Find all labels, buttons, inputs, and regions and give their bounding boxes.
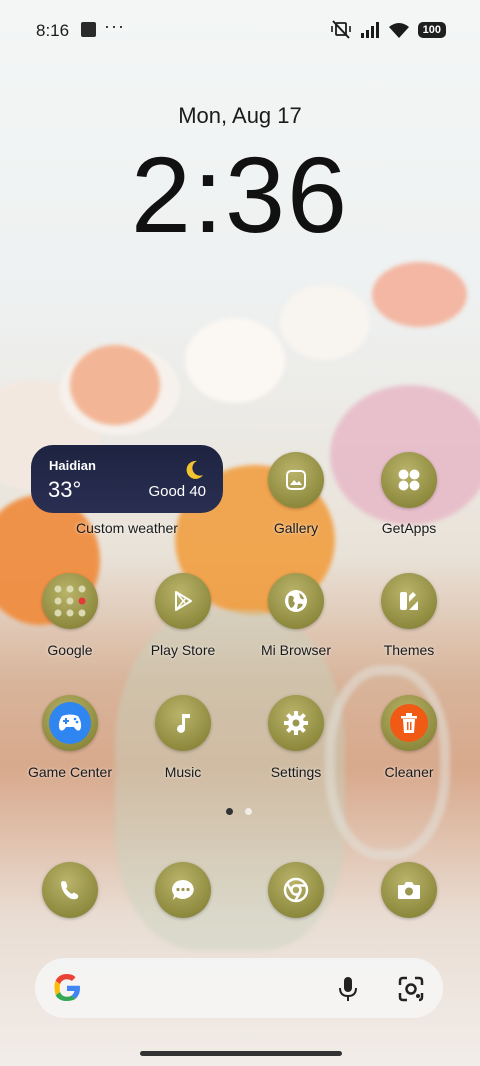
cleaner-label: Cleaner (384, 764, 434, 780)
phone-icon (61, 881, 79, 900)
gesture-handle[interactable] (140, 1051, 342, 1056)
settings-app-icon[interactable] (268, 695, 324, 751)
folder-grid-icon (54, 585, 86, 617)
page-dot-2[interactable] (245, 808, 252, 815)
cleaner-app-icon[interactable] (381, 695, 437, 751)
google-folder-label: Google (47, 642, 93, 658)
moon-icon (186, 460, 203, 479)
lens-icon[interactable] (397, 975, 425, 1003)
gamecenter-app-icon[interactable] (42, 695, 98, 751)
trash-icon (401, 713, 417, 733)
weather-temperature: 33° (48, 477, 82, 502)
themes-label: Themes (383, 642, 435, 658)
google-folder-icon[interactable] (42, 573, 98, 629)
signal-icon (360, 22, 379, 38)
big-clock[interactable]: 2:36 (0, 132, 480, 257)
lockscreen-date: Mon, Aug 17 (178, 103, 302, 128)
camera-icon (398, 882, 420, 899)
gamecenter-label: Game Center (27, 764, 113, 780)
cleaner-badge (390, 704, 428, 742)
weather-city: Haidian (49, 458, 96, 473)
playstore-label: Play Store (150, 642, 216, 658)
battery-icon: 100 (417, 22, 446, 38)
mibrowser-app-icon[interactable] (268, 573, 324, 629)
status-bar: 8:16 ··· 100 (0, 0, 480, 60)
gallery-label: Gallery (273, 520, 319, 536)
gallery-icon (286, 470, 306, 490)
chrome-icon (283, 877, 309, 903)
air-quality: Good 40 (148, 483, 206, 500)
weather-widget-label: Custom weather (76, 520, 178, 536)
google-search-bar[interactable] (35, 958, 443, 1018)
weather-widget[interactable]: Haidian 33° Good 40 (31, 445, 223, 513)
gallery-app-icon[interactable] (268, 452, 324, 508)
themes-app-icon[interactable] (381, 573, 437, 629)
messages-app-icon[interactable] (155, 862, 211, 918)
camera-app-icon[interactable] (381, 862, 437, 918)
playstore-app-icon[interactable] (155, 573, 211, 629)
music-app-icon[interactable] (155, 695, 211, 751)
getapps-label: GetApps (381, 520, 437, 536)
mibrowser-label: Mi Browser (260, 642, 331, 658)
music-label: Music (164, 764, 202, 780)
gear-icon (284, 711, 308, 735)
status-time: 8:16 (36, 21, 70, 40)
gamepad-icon (58, 714, 82, 731)
gamecenter-badge (49, 702, 91, 744)
getapps-app-icon[interactable] (381, 452, 437, 508)
themes-icon (400, 592, 418, 610)
mute-vibrate-icon (330, 20, 351, 39)
getapps-icon (398, 469, 420, 491)
globe-icon (285, 590, 307, 612)
page-dot-1[interactable] (226, 808, 233, 815)
wifi-icon (388, 23, 409, 38)
phone-app-icon[interactable] (42, 862, 98, 918)
music-note-icon (177, 714, 190, 733)
messages-icon (171, 879, 194, 900)
microphone-icon[interactable] (337, 975, 359, 1003)
page-indicator[interactable] (226, 808, 252, 815)
notification-square-icon (81, 22, 96, 37)
google-g-icon (54, 974, 80, 1001)
chrome-app-icon[interactable] (268, 862, 324, 918)
settings-label: Settings (270, 764, 322, 780)
play-store-icon (175, 591, 192, 611)
more-notifications-icon: ··· (104, 16, 125, 36)
